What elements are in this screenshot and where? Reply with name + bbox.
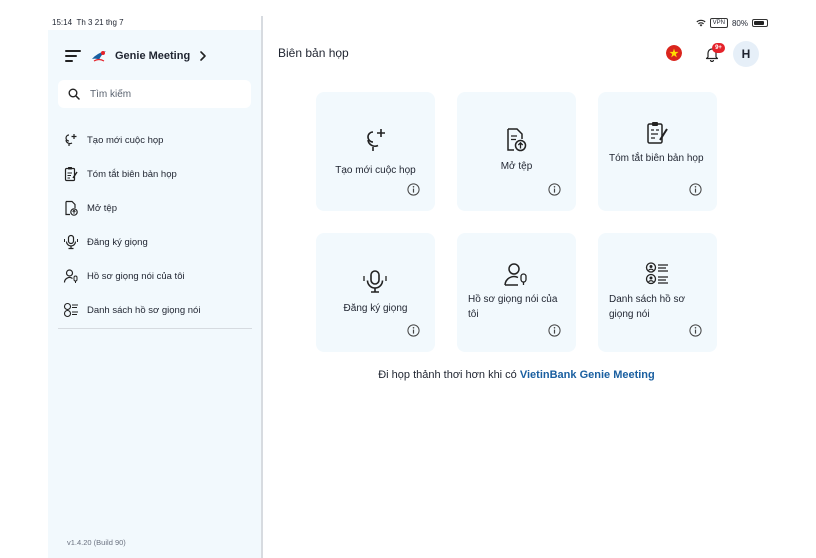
info-icon[interactable] xyxy=(689,183,702,196)
info-icon[interactable] xyxy=(689,324,702,337)
genie-logo-icon xyxy=(92,51,106,62)
wifi-icon xyxy=(696,19,706,27)
tagline-text: Đi họp thảnh thơi hơn khi có xyxy=(378,369,520,381)
card-label: Hồ sơ giọng nói của tôi xyxy=(468,294,558,320)
user-mic-icon xyxy=(504,263,527,286)
card-voice-profile-list[interactable]: Danh sách hồ sơ giọng nói xyxy=(598,233,717,352)
card-register-voice[interactable]: Đăng ký giọng xyxy=(316,233,435,352)
sidebar-item-label: Hồ sơ giọng nói của tôi xyxy=(87,270,185,282)
sidebar-item-label: Tóm tắt biên bản họp xyxy=(87,168,177,180)
sidebar: Genie Meeting Tạo mới cuộc họp Tóm tắt b… xyxy=(48,30,261,558)
notification-badge: 9+ xyxy=(712,43,725,53)
avatar[interactable]: H xyxy=(733,41,759,67)
card-open-file[interactable]: Mở tệp xyxy=(457,92,576,211)
sidebar-item-open-file[interactable]: Mở tệp xyxy=(63,191,253,225)
mic-plus-icon xyxy=(65,134,77,146)
info-icon[interactable] xyxy=(548,324,561,337)
sidebar-item-create-meeting[interactable]: Tạo mới cuộc họp xyxy=(63,123,253,157)
vietnam-flag-icon[interactable] xyxy=(666,45,682,61)
app-version: v1.4.20 (Build 90) xyxy=(67,538,126,547)
sidebar-item-label: Tạo mới cuộc họp xyxy=(87,134,164,146)
sidebar-item-label: Danh sách hồ sơ giọng nói xyxy=(87,304,201,316)
sidebar-item-voice-profile-list[interactable]: Danh sách hồ sơ giọng nói xyxy=(63,293,253,327)
card-meeting-summary[interactable]: Tóm tắt biên bản họp xyxy=(598,92,717,211)
card-label: Tạo mới cuộc họp xyxy=(335,165,416,176)
search-box[interactable] xyxy=(58,80,251,108)
card-create-meeting[interactable]: Tạo mới cuộc họp xyxy=(316,92,435,211)
status-right: VPN 80% xyxy=(696,18,768,28)
mic-plus-icon xyxy=(367,129,385,151)
card-label: Mở tệp xyxy=(500,161,533,172)
status-time: 15:14 Th 3 21 thg 7 xyxy=(52,18,124,27)
card-label: Đăng ký giọng xyxy=(343,303,408,314)
vpn-indicator: VPN xyxy=(709,18,728,28)
sidebar-divider xyxy=(58,328,252,329)
sidebar-item-label: Đăng ký giọng xyxy=(87,236,148,248)
user-list-icon xyxy=(63,302,78,318)
mic-icon xyxy=(64,234,78,250)
clipboard-edit-icon xyxy=(64,167,78,182)
card-label: Danh sách hồ sơ giọng nói xyxy=(609,294,686,320)
mic-icon xyxy=(363,270,387,293)
clipboard-edit-icon xyxy=(647,122,668,144)
file-upload-icon xyxy=(507,128,527,152)
page-title: Biên bản họp xyxy=(278,46,349,60)
battery-percent: 80% xyxy=(731,18,748,28)
menu-icon[interactable] xyxy=(65,49,81,63)
search-icon xyxy=(68,88,80,100)
chevron-right-icon[interactable] xyxy=(198,50,208,62)
pane-divider[interactable] xyxy=(261,16,263,558)
search-input[interactable] xyxy=(90,88,230,100)
card-my-voice-profile[interactable]: Hồ sơ giọng nói của tôi xyxy=(457,233,576,352)
sidebar-item-label: Mở tệp xyxy=(87,202,117,214)
sidebar-nav: Tạo mới cuộc họp Tóm tắt biên bản họp Mở… xyxy=(63,123,253,327)
info-icon[interactable] xyxy=(548,183,561,196)
sidebar-item-register-voice[interactable]: Đăng ký giọng xyxy=(63,225,253,259)
sidebar-item-meeting-summary[interactable]: Tóm tắt biên bản họp xyxy=(63,157,253,191)
user-mic-icon xyxy=(63,269,78,283)
sidebar-item-my-voice-profile[interactable]: Hồ sơ giọng nói của tôi xyxy=(63,259,253,293)
battery-icon xyxy=(752,19,768,27)
tagline-brand: VietinBank Genie Meeting xyxy=(519,369,655,381)
info-icon[interactable] xyxy=(407,183,420,196)
feature-grid: Tạo mới cuộc họp Mở tệp Tóm tắt biên bản… xyxy=(316,92,717,352)
tagline: Đi họp thảnh thơi hơn khi có VietinBank … xyxy=(316,369,717,381)
file-upload-icon xyxy=(65,200,78,216)
card-label: Tóm tắt biên bản họp xyxy=(609,153,704,164)
info-icon[interactable] xyxy=(407,324,420,337)
sidebar-header: Genie Meeting xyxy=(65,47,208,65)
user-list-icon xyxy=(645,262,668,285)
app-name[interactable]: Genie Meeting xyxy=(115,50,190,62)
